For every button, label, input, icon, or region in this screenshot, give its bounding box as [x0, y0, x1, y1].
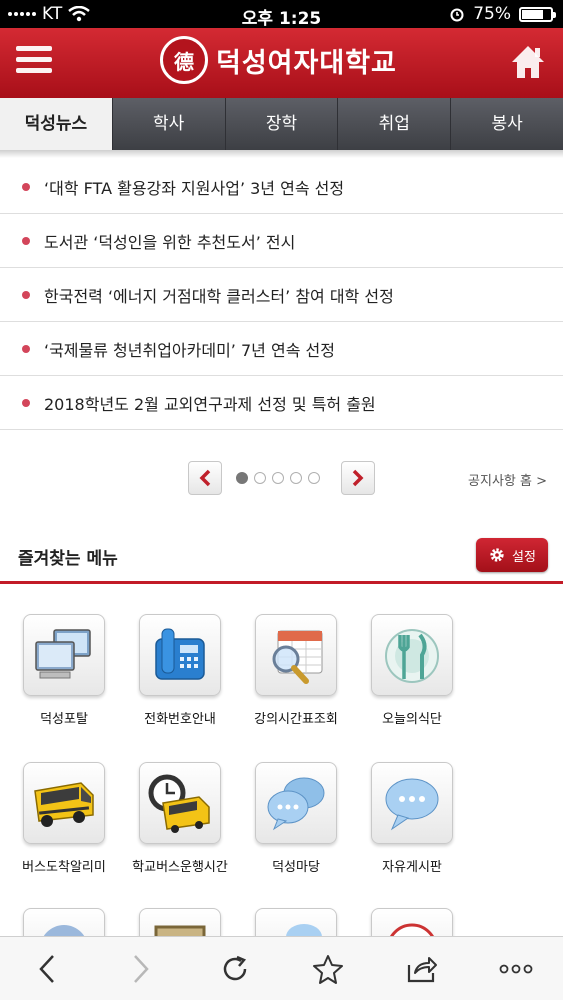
battery-level — [522, 9, 543, 19]
more-button[interactable] — [469, 937, 563, 1000]
more-icon — [499, 964, 533, 973]
page-indicator — [236, 472, 320, 484]
bullet-icon — [22, 290, 30, 299]
news-pager: 공지사항 홈 > — [0, 458, 563, 498]
browser-toolbar — [0, 936, 563, 1000]
favorite-bus-arrival[interactable]: 버스도착알리미 — [6, 762, 122, 875]
chevron-left-icon — [199, 469, 211, 487]
tabs-divider — [0, 150, 563, 158]
share-button[interactable] — [375, 937, 469, 1000]
favorites-title: 즐겨찾는 메뉴 — [18, 549, 118, 569]
favorite-portal[interactable]: 덕성포탈 — [6, 614, 122, 727]
chevron-right-icon — [352, 469, 364, 487]
battery-percent: 75% — [473, 4, 511, 24]
news-title: 도서관 ‘덕성인을 위한 추천도서’ 전시 — [44, 232, 296, 252]
favorite-label: 덕성포탈 — [40, 712, 88, 727]
news-item[interactable]: 한국전력 ‘에너지 거점대학 클러스터’ 참여 대학 선정 — [0, 268, 563, 322]
tab-scholarship[interactable]: 장학 — [224, 98, 338, 150]
chevron-right-icon — [133, 954, 149, 983]
bullet-icon — [22, 182, 30, 191]
school-bus-icon — [23, 762, 105, 844]
page-dot[interactable] — [254, 472, 266, 484]
favorite-free-board[interactable]: 자유게시판 — [354, 762, 470, 875]
university-logo[interactable]: 德 덕성여자대학교 — [160, 36, 397, 84]
bus-clock-icon — [139, 762, 221, 844]
share-icon — [408, 956, 438, 982]
home-icon[interactable] — [509, 42, 547, 82]
page-dot[interactable] — [308, 472, 320, 484]
alarm-icon — [450, 8, 464, 22]
news-item[interactable]: ‘국제물류 청년취업아카데미’ 7년 연속 선정 — [0, 322, 563, 376]
news-title: 한국전력 ‘에너지 거점대학 클러스터’ 참여 대학 선정 — [44, 286, 394, 306]
tab-employment[interactable]: 취업 — [337, 98, 451, 150]
page-dot[interactable] — [236, 472, 248, 484]
news-list: ‘대학 FTA 활용강좌 지원사업’ 3년 연속 선정 도서관 ‘덕성인을 위한… — [0, 160, 563, 430]
favorite-label: 전화번호안내 — [144, 712, 216, 727]
notice-home-link[interactable]: 공지사항 홈 > — [468, 470, 547, 489]
bullet-icon — [22, 344, 30, 353]
favorite-label: 강의시간표조회 — [254, 712, 338, 727]
gear-icon — [490, 548, 504, 562]
refresh-icon — [223, 955, 246, 980]
favorite-timetable[interactable]: 강의시간표조회 — [238, 614, 354, 727]
telephone-icon — [139, 614, 221, 696]
computer-icon — [23, 614, 105, 696]
favorite-phone-directory[interactable]: 전화번호안내 — [122, 614, 238, 727]
news-title: ‘국제물류 청년취업아카데미’ 7년 연속 선정 — [44, 340, 335, 360]
news-item[interactable]: 2018학년도 2월 교외연구과제 선정 및 특허 출원 — [0, 376, 563, 430]
news-item[interactable]: 도서관 ‘덕성인을 위한 추천도서’ 전시 — [0, 214, 563, 268]
star-icon — [313, 954, 344, 984]
forward-button[interactable] — [94, 937, 188, 1000]
plate-utensils-icon — [371, 614, 453, 696]
reload-button[interactable] — [188, 937, 282, 1000]
menu-icon[interactable] — [16, 46, 52, 80]
favorite-label: 자유게시판 — [382, 860, 442, 875]
page-dot[interactable] — [272, 472, 284, 484]
chevron-left-icon — [39, 954, 54, 983]
news-title: ‘대학 FTA 활용강좌 지원사업’ 3년 연속 선정 — [44, 178, 345, 198]
calendar-search-icon — [255, 614, 337, 696]
bullet-icon — [22, 398, 30, 407]
favorite-label: 학교버스운행시간 — [132, 860, 228, 875]
news-title: 2018학년도 2월 교외연구과제 선정 및 특허 출원 — [44, 394, 376, 414]
speech-bubble-icon — [371, 762, 453, 844]
bookmark-button[interactable] — [281, 937, 375, 1000]
favorites-header: 즐겨찾는 메뉴 설정 — [0, 532, 563, 584]
bullet-icon — [22, 236, 30, 245]
app-header: 德 덕성여자대학교 — [0, 28, 563, 98]
battery-icon — [519, 6, 556, 22]
favorite-label: 버스도착알리미 — [22, 860, 106, 875]
university-seal: 德 — [160, 36, 208, 84]
settings-button[interactable]: 설정 — [476, 538, 548, 572]
favorite-duksung-madang[interactable]: 덕성마당 — [238, 762, 354, 875]
status-bar: KT 오후 1:25 75% — [0, 0, 563, 29]
category-tabs: 덕성뉴스 학사 장학 취업 봉사 — [0, 98, 563, 150]
news-item[interactable]: ‘대학 FTA 활용강좌 지원사업’ 3년 연속 선정 — [0, 160, 563, 214]
favorite-label: 덕성마당 — [272, 860, 320, 875]
favorite-label: 오늘의식단 — [382, 712, 442, 727]
page-dot[interactable] — [290, 472, 302, 484]
back-button[interactable] — [0, 937, 94, 1000]
tab-academic[interactable]: 학사 — [111, 98, 225, 150]
previous-page-button[interactable] — [188, 461, 222, 495]
app-title: 덕성여자대학교 — [216, 47, 397, 79]
settings-label: 설정 — [512, 549, 536, 565]
favorite-bus-schedule[interactable]: 학교버스운행시간 — [122, 762, 238, 875]
next-page-button[interactable] — [341, 461, 375, 495]
favorite-menu-today[interactable]: 오늘의식단 — [354, 614, 470, 727]
speech-bubbles-icon — [255, 762, 337, 844]
tab-news[interactable]: 덕성뉴스 — [0, 98, 112, 150]
tab-volunteer[interactable]: 봉사 — [450, 98, 563, 150]
